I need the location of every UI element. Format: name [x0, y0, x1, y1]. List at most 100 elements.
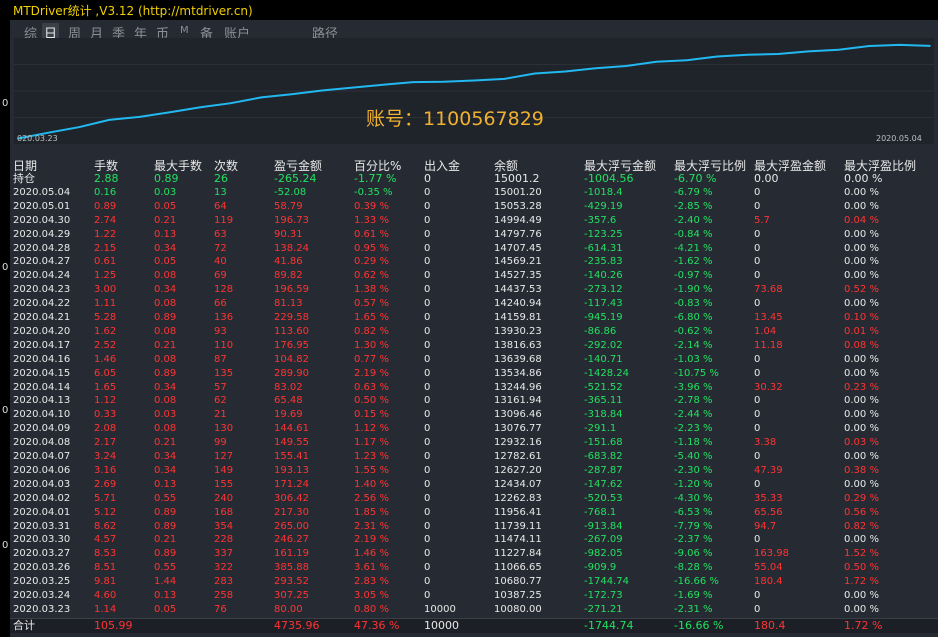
balance-point	[777, 53, 779, 55]
table-cell: 3.05 %	[354, 590, 389, 601]
table-row[interactable]: 2020.05.04 0.16 0.03 13 -52.08 -0.35 % 0 15001.…	[10, 186, 938, 200]
table-cell: 0.63 %	[354, 381, 389, 393]
table-cell: 0.62 %	[354, 270, 389, 282]
table-row[interactable]: 2020.04.06 3.16 0.34 149 193.13 1.55 % 0 12627.…	[10, 464, 938, 478]
table-cell: 13161.94	[494, 395, 542, 407]
table-cell: 176.95	[274, 339, 309, 351]
table-cell: 1.46	[94, 353, 117, 365]
table-cell: 2.83 %	[354, 576, 389, 588]
table-row[interactable]: 2020.03.30 4.57 0.21 228 246.27 2.19 % 0 11474.…	[10, 533, 938, 547]
table-cell: 1.23 %	[354, 451, 389, 462]
table-cell: 0.89	[154, 548, 177, 560]
table-cell: 14797.76	[494, 228, 542, 240]
table-cell: 2020.04.17	[13, 339, 71, 351]
table-row[interactable]: 2020.04.08 2.17 0.21 99 149.55 1.17 % 0 12932.1…	[10, 436, 938, 450]
table-row[interactable]: 2020.03.24 4.60 0.13 258 307.25 3.05 % 0 10387.…	[10, 589, 938, 603]
table-row[interactable]: 2020.04.22 1.11 0.08 66 81.13 0.57 % 0 14240.94…	[10, 297, 938, 311]
table-cell: 289.90	[274, 367, 309, 379]
table-cell: 14527.35	[494, 270, 542, 282]
table-cell: 0.34	[154, 464, 177, 476]
table-row[interactable]: 2020.04.02 5.71 0.55 240 306.42 2.56 % 0 12262.…	[10, 492, 938, 506]
table-cell: 2020.04.24	[13, 270, 71, 282]
table-row[interactable]: 2020.04.01 5.12 0.89 168 217.30 1.85 % 0 11956.…	[10, 506, 938, 520]
table-row[interactable]: 2020.04.17 2.52 0.21 110 176.95 1.30 % 0 13816.…	[10, 339, 938, 353]
holding-row[interactable]: 持仓 2.88 0.89 26 -265.24 -1.77 % 0 15001.2 -1004.…	[10, 172, 938, 186]
table-cell: 1.46 %	[354, 548, 389, 560]
table-cell: -7.79 %	[674, 520, 713, 532]
table-row[interactable]: 2020.04.21 5.28 0.89 136 229.58 1.65 % 0 14159.…	[10, 311, 938, 325]
table-cell: 0	[754, 270, 761, 282]
table-cell: -172.73	[584, 590, 623, 601]
table-row[interactable]: 2020.04.30 2.74 0.21 119 196.73 1.33 % 0 14994.…	[10, 214, 938, 228]
table-row[interactable]: 2020.04.13 1.12 0.08 62 65.48 0.50 % 0 13161.94…	[10, 394, 938, 408]
table-cell: 2020.04.16	[13, 353, 71, 365]
table-cell: -8.28 %	[674, 562, 713, 574]
table-cell: 0	[424, 325, 431, 337]
table-cell: -5.40 %	[674, 451, 713, 462]
table-cell: 0.56 %	[844, 506, 879, 518]
table-cell: 0.00 %	[844, 590, 879, 601]
balance-point	[686, 59, 688, 61]
table-cell: -4.30 %	[674, 492, 713, 504]
table-cell: 65.56	[754, 506, 783, 518]
table-cell: -2.31 %	[674, 603, 713, 615]
table-row[interactable]: 2020.04.27 0.61 0.05 40 41.86 0.29 % 0 14569.21…	[10, 255, 938, 269]
table-row[interactable]: 2020.04.29 1.22 0.13 63 90.31 0.61 % 0 14797.76…	[10, 228, 938, 242]
table-cell: -1.18 %	[674, 437, 713, 449]
table-cell: 2020.04.22	[13, 298, 71, 310]
table-cell: 0.38 %	[844, 464, 879, 476]
table-cell: -982.05	[584, 548, 623, 560]
table-row[interactable]: 2020.03.25 9.81 1.44 283 293.52 2.83 % 0 10680.…	[10, 575, 938, 589]
table-cell: 0.95 %	[354, 242, 389, 254]
table-cell: 0.15 %	[354, 409, 389, 421]
table-cell: 93	[214, 325, 227, 337]
table-cell: 0	[754, 590, 761, 601]
table-cell: 13.45	[754, 312, 783, 323]
table-cell: 155.41	[274, 451, 309, 462]
table-row[interactable]: 2020.04.09 2.08 0.08 130 144.61 1.12 % 0 13076.…	[10, 422, 938, 436]
table-row[interactable]: 2020.04.07 3.24 0.34 127 155.41 1.23 % 0 12782.…	[10, 450, 938, 464]
table-cell: -365.11	[584, 395, 623, 407]
total-row[interactable]: 合计 105.99 4735.96 47.36 % 10000 -1744.74 -16.6…	[10, 617, 938, 633]
table-cell: 83.02	[274, 381, 303, 393]
table-cell: -0.97 %	[674, 270, 713, 282]
balance-point	[929, 45, 931, 47]
table-cell: 193.13	[274, 464, 309, 476]
table-row[interactable]: 2020.04.23 3.00 0.34 128 196.59 1.38 % 0 14437.…	[10, 283, 938, 297]
window-title: MTDriver统计 ,V3.12 (http://mtdriver.cn)	[13, 4, 253, 18]
table-cell: -1.03 %	[674, 353, 713, 365]
table-cell: 1.40 %	[354, 478, 389, 490]
table-cell: 0.00 %	[844, 270, 879, 282]
table-cell: 13816.63	[494, 339, 542, 351]
table-row[interactable]: 2020.04.24 1.25 0.08 69 89.82 0.62 % 0 14527.35…	[10, 269, 938, 283]
table-row[interactable]: 2020.03.26 8.51 0.55 322 385.88 3.61 % 0 11066.…	[10, 561, 938, 575]
table-cell: 0.00 %	[844, 603, 879, 615]
table-cell: 1.65 %	[354, 312, 389, 323]
table-row[interactable]: 2020.04.14 1.65 0.34 57 83.02 0.63 % 0 13244.96…	[10, 381, 938, 395]
table-row[interactable]: 2020.04.03 2.69 0.13 155 171.24 1.40 % 0 12434.…	[10, 478, 938, 492]
table-row[interactable]: 2020.04.20 1.62 0.08 93 113.60 0.82 % 0 13930.2…	[10, 325, 938, 339]
table-cell: 0.89	[154, 506, 177, 518]
table-row[interactable]: 2020.05.01 0.89 0.05 64 58.79 0.39 % 0 15053.28…	[10, 200, 938, 214]
table-cell: -86.86	[584, 325, 617, 337]
table-cell: 8.62	[94, 520, 117, 532]
table-row[interactable]: 2020.04.15 6.05 0.89 135 289.90 2.19 % 0 13534.…	[10, 367, 938, 381]
table-cell: 163.98	[754, 548, 789, 560]
table-cell: 0	[424, 548, 431, 560]
table-cell: 2020.04.23	[13, 284, 71, 296]
table-cell: -1.69 %	[674, 590, 713, 601]
table-row[interactable]: 2020.04.16 1.46 0.08 87 104.82 0.77 % 0 13639.6…	[10, 353, 938, 367]
table-cell: 128	[214, 284, 234, 296]
table-cell: 0.03 %	[844, 437, 879, 449]
table-row[interactable]: 2020.04.10 0.33 0.03 21 19.69 0.15 % 0 13096.46…	[10, 408, 938, 422]
tab-m[interactable]: M	[180, 25, 189, 36]
table-row[interactable]: 2020.03.23 1.14 0.05 76 80.00 0.80 % 10000 1008…	[10, 603, 938, 617]
table-row[interactable]: 2020.03.31 8.62 0.89 354 265.00 2.31 % 0 11739.…	[10, 520, 938, 534]
table-cell: 3.16	[94, 464, 117, 476]
table-cell: 0	[424, 284, 431, 296]
table-row[interactable]: 2020.04.28 2.15 0.34 72 138.24 0.95 % 0 14707.4…	[10, 242, 938, 256]
table-cell: 10387.25	[494, 590, 542, 601]
table-cell: -945.19	[584, 312, 623, 323]
table-cell: 3.00	[94, 284, 117, 296]
table-row[interactable]: 2020.03.27 8.53 0.89 337 161.19 1.46 % 0 11227.…	[10, 547, 938, 561]
